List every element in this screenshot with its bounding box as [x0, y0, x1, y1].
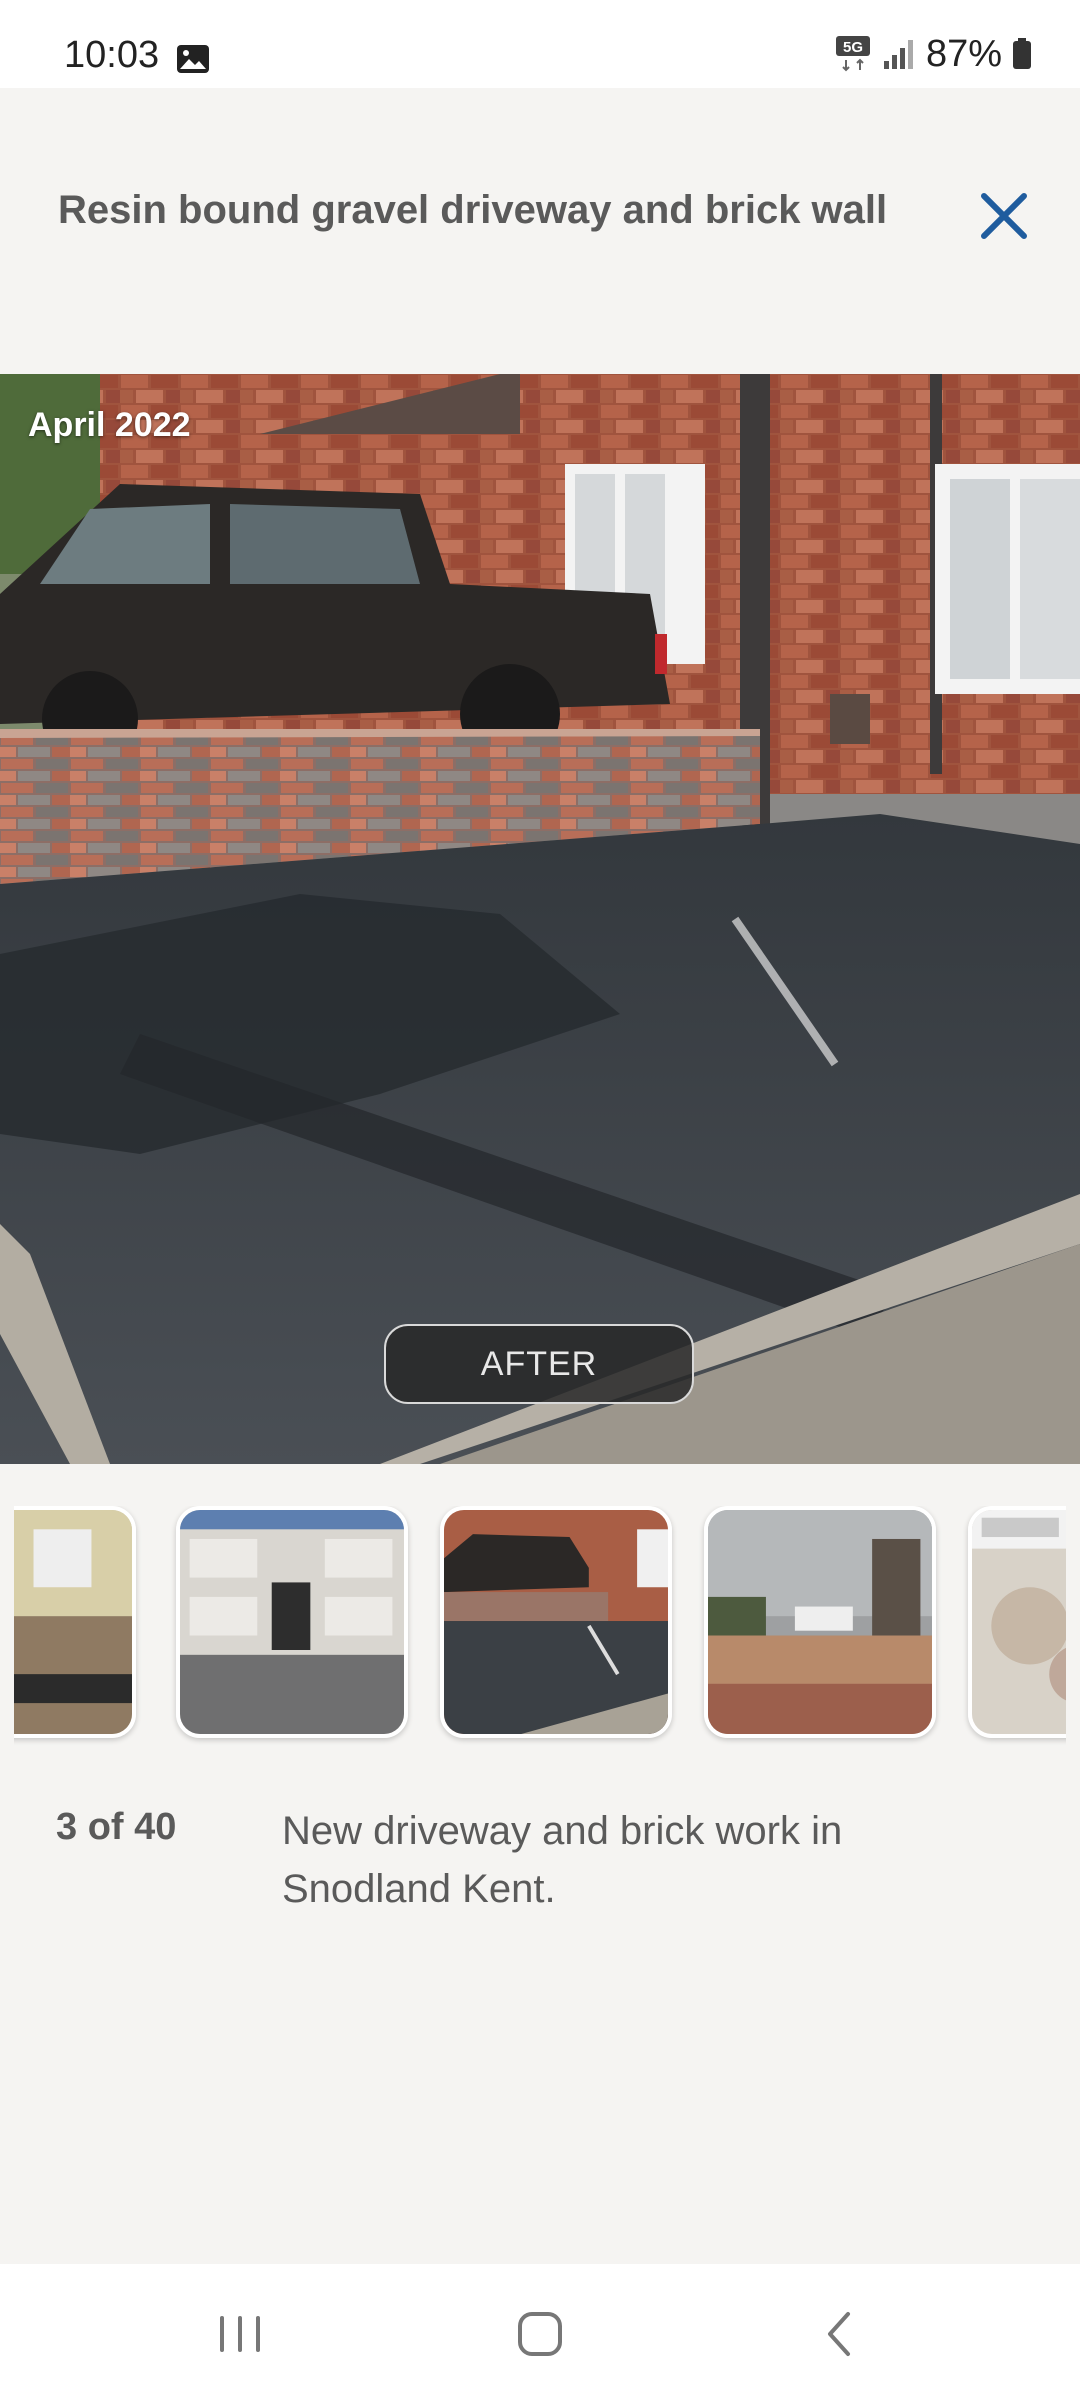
- thumbnail-2[interactable]: [176, 1506, 408, 1738]
- thumbnail-1[interactable]: [14, 1506, 136, 1738]
- thumbnail-3[interactable]: [440, 1506, 672, 1738]
- signal-icon: [883, 40, 913, 69]
- thumbnail-4-image: [708, 1510, 932, 1734]
- battery-icon: [1013, 38, 1031, 69]
- image-counter: 3 of 40: [56, 1806, 177, 1848]
- thumbnail-5[interactable]: [968, 1506, 1066, 1738]
- recent-apps-icon[interactable]: [200, 2304, 280, 2364]
- main-photo[interactable]: [0, 374, 1080, 1464]
- thumbnail-4[interactable]: [704, 1506, 936, 1738]
- thumbnail-1-image: [14, 1510, 132, 1734]
- after-label: AFTER: [384, 1324, 694, 1404]
- back-icon[interactable]: [800, 2304, 880, 2364]
- thumbnail-carousel[interactable]: [14, 1506, 1066, 1746]
- home-icon[interactable]: [500, 2304, 580, 2364]
- image-caption: New driveway and brick work in Snodland …: [282, 1809, 843, 1911]
- thumbnail-5-image: [972, 1510, 1066, 1734]
- driveway-photo: [0, 374, 1080, 1464]
- svg-text:5G: 5G: [843, 39, 863, 56]
- thumbnail-3-image: [444, 1510, 668, 1734]
- photo-date: April 2022: [28, 406, 191, 444]
- status-time: 10:03: [64, 34, 160, 76]
- battery-percent: 87%: [925, 32, 1002, 75]
- page-title: Resin bound gravel driveway and brick wa…: [58, 188, 888, 232]
- image-icon: [177, 45, 209, 73]
- 5g-icon: 5G: [835, 36, 870, 72]
- status-bar: 10:03 5G 87%: [0, 0, 1080, 88]
- thumbnail-2-image: [180, 1510, 404, 1734]
- close-icon[interactable]: [968, 180, 1040, 252]
- status-indicators: 5G 87%: [834, 32, 1032, 75]
- navigation-bar: [0, 2264, 1080, 2400]
